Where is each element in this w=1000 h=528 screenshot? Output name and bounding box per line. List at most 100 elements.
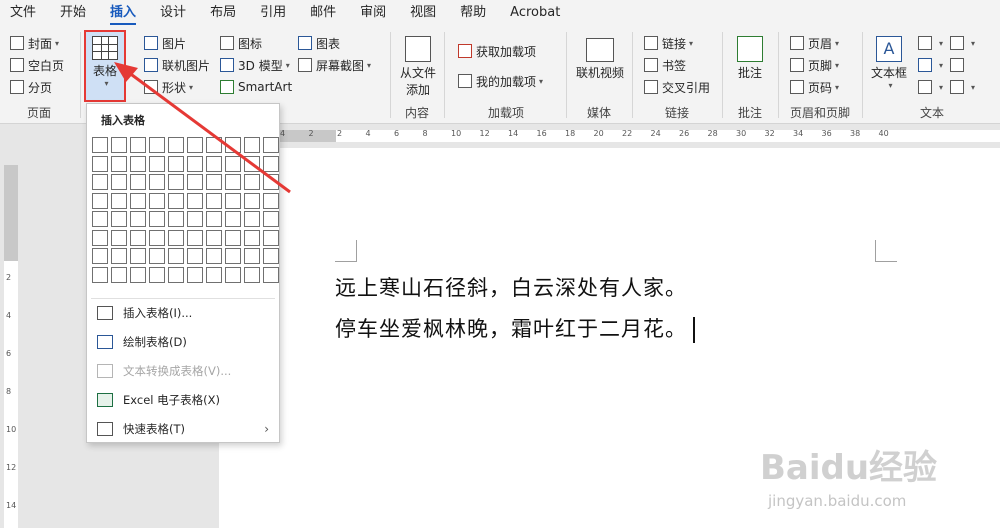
table-grid-cell[interactable]	[206, 266, 222, 283]
table-grid-cell[interactable]	[130, 192, 146, 209]
table-grid-cell[interactable]	[111, 266, 127, 283]
table-grid-cell[interactable]	[206, 155, 222, 172]
table-grid-cell[interactable]	[225, 248, 241, 264]
get-addins-button[interactable]: 获取加载项	[458, 42, 536, 60]
vertical-ruler[interactable]: 246810121416	[4, 165, 18, 528]
table-grid-cell[interactable]	[149, 211, 165, 227]
table-grid-cell[interactable]	[225, 174, 241, 190]
table-grid-cell[interactable]	[130, 266, 146, 283]
table-grid-cell[interactable]	[168, 266, 184, 283]
table-grid-cell[interactable]	[206, 211, 222, 227]
table-grid-cell[interactable]	[149, 266, 165, 283]
table-grid-cell[interactable]	[130, 248, 146, 264]
table-grid-cell[interactable]	[92, 155, 108, 172]
table-grid-cell[interactable]	[168, 211, 184, 227]
link-button[interactable]: 链接 ▾	[644, 34, 693, 52]
footer-button[interactable]: 页脚 ▾	[790, 56, 839, 74]
blank-page-button[interactable]: 空白页	[10, 56, 64, 74]
wordart-button[interactable]: ▾	[918, 56, 943, 74]
table-grid-cell[interactable]	[206, 137, 222, 153]
table-grid-cell[interactable]	[92, 192, 108, 209]
table-grid-cell[interactable]	[111, 155, 127, 172]
table-grid-cell[interactable]	[130, 211, 146, 227]
table-grid-cell[interactable]	[244, 229, 260, 246]
picture-button[interactable]: 图片	[144, 34, 186, 52]
table-grid-cell[interactable]	[92, 266, 108, 283]
table-grid-cell[interactable]	[92, 137, 108, 153]
draw-table-menu-item[interactable]: 绘制表格(D)	[97, 331, 273, 353]
table-grid-cell[interactable]	[111, 229, 127, 246]
table-grid-cell[interactable]	[244, 192, 260, 209]
table-grid-cell[interactable]	[244, 174, 260, 190]
tab-mailings[interactable]: 邮件	[310, 0, 336, 26]
table-grid-cell[interactable]	[92, 248, 108, 264]
online-picture-button[interactable]: 联机图片	[144, 56, 210, 74]
table-grid-cell[interactable]	[206, 192, 222, 209]
table-grid-cell[interactable]	[111, 248, 127, 264]
object-button[interactable]: ▾	[950, 78, 975, 96]
table-grid-cell[interactable]	[168, 155, 184, 172]
comment-button[interactable]: 批注	[730, 36, 770, 81]
table-grid-cell[interactable]	[187, 248, 203, 264]
table-grid-cell[interactable]	[111, 192, 127, 209]
table-grid-cell[interactable]	[130, 137, 146, 153]
table-grid-cell[interactable]	[187, 192, 203, 209]
excel-spreadsheet-menu-item[interactable]: Excel 电子表格(X)	[97, 389, 273, 411]
table-grid-cell[interactable]	[187, 229, 203, 246]
screenshot-button[interactable]: 屏幕截图 ▾	[298, 56, 371, 74]
table-grid-cell[interactable]	[244, 266, 260, 283]
table-grid-cell[interactable]	[92, 174, 108, 190]
tab-references[interactable]: 引用	[260, 0, 286, 26]
table-size-grid[interactable]	[92, 137, 279, 283]
3d-model-button[interactable]: 3D 模型 ▾	[220, 56, 290, 74]
table-grid-cell[interactable]	[206, 174, 222, 190]
online-video-button[interactable]: 联机视频	[572, 38, 628, 81]
table-grid-cell[interactable]	[168, 137, 184, 153]
bookmark-button[interactable]: 书签	[644, 56, 686, 74]
tab-insert[interactable]: 插入	[110, 0, 137, 26]
table-grid-cell[interactable]	[263, 211, 279, 227]
document-text-line-1[interactable]: 远上寒山石径斜，白云深处有人家。	[335, 272, 687, 302]
textbox-button[interactable]: A 文本框 ▾	[866, 36, 912, 90]
table-grid-cell[interactable]	[225, 137, 241, 153]
table-grid-cell[interactable]	[130, 229, 146, 246]
chart-button[interactable]: 图表	[298, 34, 340, 52]
table-grid-cell[interactable]	[263, 192, 279, 209]
table-grid-cell[interactable]	[206, 248, 222, 264]
table-grid-cell[interactable]	[149, 137, 165, 153]
table-grid-cell[interactable]	[111, 211, 127, 227]
table-grid-cell[interactable]	[225, 192, 241, 209]
tab-layout[interactable]: 布局	[210, 0, 236, 26]
date-time-button[interactable]	[950, 56, 968, 74]
tab-review[interactable]: 审阅	[360, 0, 386, 26]
tab-acrobat[interactable]: Acrobat	[510, 0, 560, 26]
table-grid-cell[interactable]	[263, 155, 279, 172]
table-grid-cell[interactable]	[225, 229, 241, 246]
table-grid-cell[interactable]	[168, 229, 184, 246]
table-grid-cell[interactable]	[225, 155, 241, 172]
table-grid-cell[interactable]	[244, 137, 260, 153]
page-number-button[interactable]: 页码 ▾	[790, 78, 839, 96]
table-grid-cell[interactable]	[111, 174, 127, 190]
tab-help[interactable]: 帮助	[460, 0, 486, 26]
table-grid-cell[interactable]	[187, 211, 203, 227]
table-grid-cell[interactable]	[92, 211, 108, 227]
tab-home[interactable]: 开始	[60, 0, 86, 26]
table-grid-cell[interactable]	[225, 211, 241, 227]
tab-view[interactable]: 视图	[410, 0, 436, 26]
my-addins-button[interactable]: 我的加载项 ▾	[458, 72, 543, 90]
tab-design[interactable]: 设计	[160, 0, 186, 26]
document-text-line-2[interactable]: 停车坐爱枫林晚，霜叶红于二月花。	[335, 313, 695, 343]
table-grid-cell[interactable]	[225, 266, 241, 283]
cross-reference-button[interactable]: 交叉引用	[644, 78, 710, 96]
table-grid-cell[interactable]	[187, 266, 203, 283]
table-grid-cell[interactable]	[149, 192, 165, 209]
table-grid-cell[interactable]	[187, 174, 203, 190]
icons-button[interactable]: 图标	[220, 34, 262, 52]
table-grid-cell[interactable]	[149, 248, 165, 264]
table-grid-cell[interactable]	[263, 174, 279, 190]
tab-file[interactable]: 文件	[10, 0, 36, 26]
table-grid-cell[interactable]	[263, 137, 279, 153]
smartart-button[interactable]: SmartArt	[220, 78, 292, 96]
table-grid-cell[interactable]	[149, 174, 165, 190]
